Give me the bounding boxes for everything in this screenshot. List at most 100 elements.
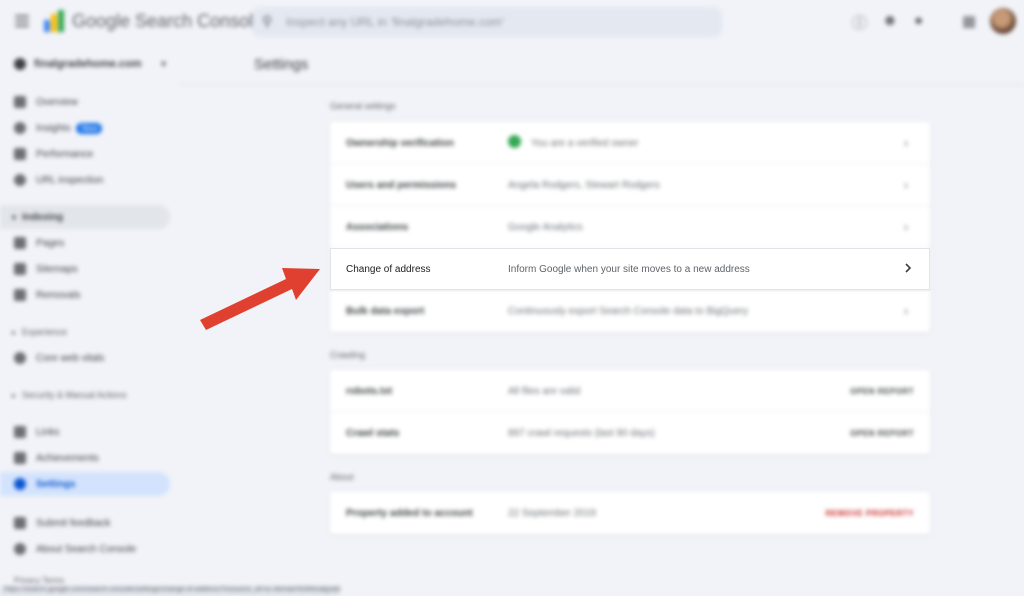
row-value: Angela Rodgers, Stewart Rodgers bbox=[508, 180, 660, 191]
caret-icon: ▾ bbox=[12, 212, 17, 222]
sidebar-item-url-inspection[interactable]: URL inspection bbox=[0, 168, 170, 192]
row-value-text: You are a verified owner bbox=[531, 138, 639, 149]
search-console-logo bbox=[44, 10, 66, 32]
settings-row-property-added: Property added to account 22 September 2… bbox=[330, 492, 930, 534]
sidebar-item-label: Sitemaps bbox=[36, 263, 78, 275]
people-icon[interactable]: ☻ bbox=[882, 12, 898, 29]
trend-icon bbox=[14, 148, 26, 160]
row-value: Continuously export Search Console data … bbox=[508, 306, 749, 317]
sidebar-item-pages[interactable]: Pages bbox=[0, 231, 170, 255]
sidebar-section-security[interactable]: ▸ Security & Manual Actions bbox=[0, 383, 170, 407]
header-divider bbox=[180, 84, 1024, 85]
links-icon bbox=[14, 426, 26, 438]
speed-icon bbox=[14, 352, 26, 364]
chevron-down-icon: ▼ bbox=[159, 59, 168, 69]
row-value: Google Analytics bbox=[508, 222, 583, 233]
avatar[interactable] bbox=[990, 8, 1016, 34]
sidebar: finalgradehome.com ▼ Overview Insights N… bbox=[0, 44, 180, 596]
sidebar-item-label: URL inspection bbox=[36, 174, 104, 186]
chevron-right-icon bbox=[905, 263, 912, 273]
globe-icon bbox=[14, 58, 26, 70]
remove-property-button[interactable]: REMOVE PROPERTY bbox=[826, 509, 914, 518]
sidebar-item-label: Insights bbox=[36, 122, 71, 134]
about-heading: About bbox=[330, 472, 354, 482]
removals-icon bbox=[14, 289, 26, 301]
sidebar-item-label: About Search Console bbox=[36, 543, 137, 555]
chevron-right-icon: › bbox=[904, 178, 908, 192]
hamburger-menu-icon[interactable] bbox=[15, 15, 29, 27]
page-title: Settings bbox=[254, 56, 309, 73]
about-card: Property added to account 22 September 2… bbox=[330, 492, 930, 534]
open-report-button[interactable]: OPEN REPORT bbox=[850, 429, 914, 438]
new-badge: New bbox=[76, 122, 103, 134]
pages-icon bbox=[14, 237, 26, 249]
sidebar-item-about[interactable]: About Search Console bbox=[0, 537, 170, 561]
row-label: Users and permissions bbox=[346, 180, 457, 191]
search-placeholder: Inspect any URL in ‘finalgradehome.com’ bbox=[286, 15, 505, 29]
sidebar-item-core-web-vitals[interactable]: Core web vitals bbox=[0, 346, 170, 370]
sidebar-section-label: Security & Manual Actions bbox=[22, 390, 127, 400]
sidebar-item-insights[interactable]: Insights New bbox=[0, 116, 170, 140]
chevron-right-icon: › bbox=[904, 304, 908, 318]
sidebar-item-links[interactable]: Links bbox=[0, 420, 170, 444]
sidebar-item-settings[interactable]: Settings bbox=[0, 472, 170, 496]
sidebar-item-label: Pages bbox=[36, 237, 65, 249]
search-icon: ⚲ bbox=[262, 13, 273, 29]
row-value: 897 crawl requests (last 90 days) bbox=[508, 428, 655, 439]
sidebar-item-overview[interactable]: Overview bbox=[0, 90, 170, 114]
settings-row-associations[interactable]: Associations Google Analytics › bbox=[330, 206, 930, 248]
row-label: Change of address bbox=[346, 264, 431, 275]
help-icon[interactable]: ⓘ bbox=[852, 12, 867, 33]
sidebar-item-label: Links bbox=[36, 426, 60, 438]
sidebar-item-label: Performance bbox=[36, 148, 94, 160]
info-icon bbox=[14, 543, 26, 555]
footer-links[interactable]: Privacy Terms bbox=[14, 576, 64, 585]
sidebar-section-indexing[interactable]: ▾ Indexing bbox=[0, 205, 170, 229]
caret-icon: ▸ bbox=[12, 327, 17, 337]
url-inspect-search-bar[interactable]: ⚲ Inspect any URL in ‘finalgradehome.com… bbox=[252, 7, 722, 37]
sitemap-icon bbox=[14, 263, 26, 275]
apps-grid-icon[interactable]: ▦ bbox=[962, 12, 976, 30]
feedback-icon bbox=[14, 517, 26, 529]
sidebar-item-achievements[interactable]: Achievements bbox=[0, 446, 170, 470]
property-name: finalgradehome.com bbox=[34, 58, 142, 70]
row-value: 22 September 2019 bbox=[508, 508, 596, 519]
sidebar-item-performance[interactable]: Performance bbox=[0, 142, 170, 166]
sidebar-item-removals[interactable]: Removals bbox=[0, 283, 170, 307]
open-report-button[interactable]: OPEN REPORT bbox=[850, 387, 914, 396]
row-label: Property added to account bbox=[346, 508, 473, 519]
settings-row-crawl-stats[interactable]: Crawl stats 897 crawl requests (last 90 … bbox=[330, 412, 930, 454]
settings-row-change-of-address[interactable]: Change of address Inform Google when you… bbox=[330, 248, 930, 290]
gear-icon bbox=[14, 478, 26, 490]
property-selector[interactable]: finalgradehome.com ▼ bbox=[10, 52, 168, 76]
row-label: Ownership verification bbox=[346, 138, 454, 149]
settings-row-robots[interactable]: robots.txt All files are valid OPEN REPO… bbox=[330, 370, 930, 412]
general-settings-card: Ownership verification You are a verifie… bbox=[330, 122, 930, 332]
chevron-right-icon: › bbox=[904, 220, 908, 234]
general-settings-heading: General settings bbox=[330, 101, 396, 111]
product-name: Google Search Console bbox=[72, 11, 264, 31]
sidebar-item-label: Settings bbox=[36, 478, 76, 490]
row-value: All files are valid bbox=[508, 386, 581, 397]
browser-status-url: https://search.google.com/search-console… bbox=[0, 586, 340, 596]
sidebar-item-label: Submit feedback bbox=[36, 517, 111, 529]
top-bar: Google Search Console ⚲ Inspect any URL … bbox=[0, 0, 1024, 44]
annotation-arrow-icon bbox=[200, 268, 320, 330]
notifications-icon[interactable]: ● bbox=[914, 12, 923, 29]
settings-row-ownership[interactable]: Ownership verification You are a verifie… bbox=[330, 122, 930, 164]
search-icon bbox=[14, 174, 26, 186]
settings-row-bulk-export[interactable]: Bulk data export Continuously export Sea… bbox=[330, 290, 930, 332]
crawling-card: robots.txt All files are valid OPEN REPO… bbox=[330, 370, 930, 454]
sidebar-section-experience[interactable]: ▸ Experience bbox=[0, 320, 170, 344]
home-icon bbox=[14, 96, 26, 108]
row-label: robots.txt bbox=[346, 386, 393, 397]
sidebar-item-submit-feedback[interactable]: Submit feedback bbox=[0, 511, 170, 535]
row-label: Associations bbox=[346, 222, 409, 233]
settings-row-users[interactable]: Users and permissions Angela Rodgers, St… bbox=[330, 164, 930, 206]
sidebar-item-sitemaps[interactable]: Sitemaps bbox=[0, 257, 170, 281]
sidebar-section-label: Indexing bbox=[22, 211, 64, 223]
crawling-heading: Crawling bbox=[330, 350, 366, 360]
sidebar-section-label: Experience bbox=[22, 327, 68, 337]
trophy-icon bbox=[14, 452, 26, 464]
sidebar-item-label: Overview bbox=[36, 96, 78, 108]
